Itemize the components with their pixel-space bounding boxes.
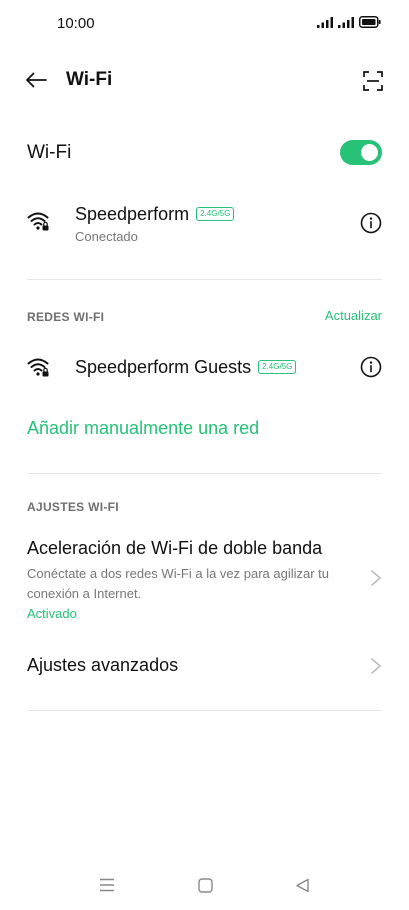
divider xyxy=(27,279,382,280)
connected-network-name-wrap: Speedperform 2.4G/5G xyxy=(75,204,235,225)
wifi-lock-icon xyxy=(27,212,49,231)
connection-status: Conectado xyxy=(75,229,138,244)
back-triangle-icon xyxy=(295,878,309,892)
connected-network-name: Speedperform xyxy=(75,204,190,224)
chevron-right-icon xyxy=(371,658,381,674)
status-icons xyxy=(317,16,381,28)
connected-network-row[interactable]: Speedperform 2.4G/5G Conectado xyxy=(0,195,409,251)
network-name: Speedperform Guests xyxy=(75,357,252,377)
connected-network-info-button[interactable] xyxy=(360,212,382,234)
divider xyxy=(27,473,382,474)
network-name-wrap: Speedperform Guests 2.4G/5G xyxy=(75,357,297,378)
page-title: Wi-Fi xyxy=(66,69,113,90)
divider xyxy=(27,710,382,711)
networks-section-title: REDES WI-FI xyxy=(27,310,105,324)
arrow-left-icon xyxy=(26,72,47,88)
refresh-link[interactable]: Actualizar xyxy=(325,308,382,323)
wifi-toggle-label: Wi-Fi xyxy=(27,142,72,163)
dual-band-description: Conéctate a dos redes Wi-Fi a la vez par… xyxy=(27,566,330,601)
nav-home-button[interactable] xyxy=(193,873,217,897)
toggle-knob xyxy=(361,144,378,161)
add-network-manually-link[interactable]: Añadir manualmente una red xyxy=(27,418,259,439)
dual-band-title: Aceleración de Wi-Fi de doble banda xyxy=(27,538,323,558)
qr-scan-icon xyxy=(363,71,383,91)
battery-icon xyxy=(359,16,381,28)
signal-icon xyxy=(317,16,333,28)
info-icon xyxy=(360,356,382,378)
scan-qr-button[interactable] xyxy=(360,68,386,94)
chevron-right-icon xyxy=(371,570,381,586)
nav-menu-button[interactable] xyxy=(95,873,119,897)
dual-band-status: Activado xyxy=(27,606,77,621)
settings-section-title: AJUSTES WI-FI xyxy=(27,500,119,514)
status-time: 10:00 xyxy=(57,15,95,32)
wifi-toggle-switch[interactable] xyxy=(340,140,382,165)
advanced-settings-title: Ajustes avanzados xyxy=(27,655,179,675)
home-square-icon xyxy=(197,877,213,893)
advanced-settings-row[interactable]: Ajustes avanzados xyxy=(0,640,409,690)
menu-icon xyxy=(100,878,114,892)
band-badge: 2.4G/5G xyxy=(258,360,297,374)
wifi-lock-icon xyxy=(27,358,49,377)
network-row[interactable]: Speedperform Guests 2.4G/5G xyxy=(0,345,345,389)
signal-icon-2 xyxy=(338,16,354,28)
network-info-button[interactable] xyxy=(360,356,382,378)
band-badge: 2.4G/5G xyxy=(196,207,235,221)
nav-back-button[interactable] xyxy=(290,873,314,897)
back-button[interactable] xyxy=(22,66,50,94)
info-icon xyxy=(360,212,382,234)
